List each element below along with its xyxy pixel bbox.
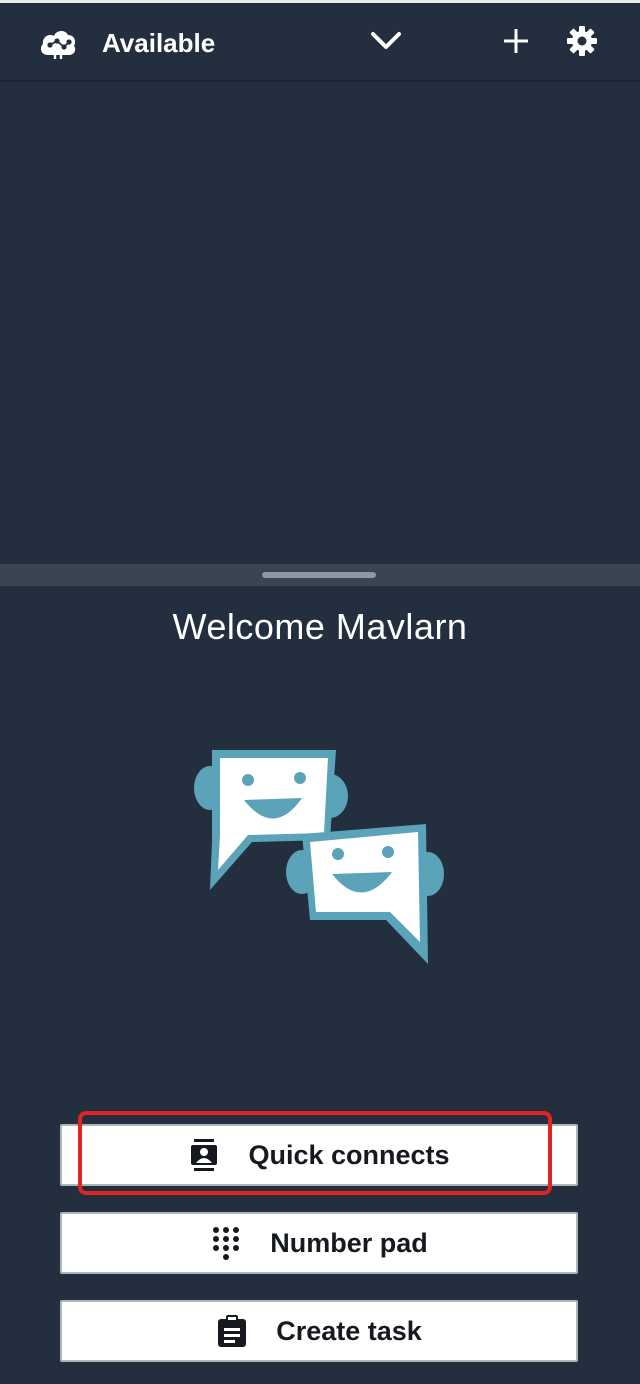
header-bar: Available: [0, 0, 640, 82]
welcome-panel: Welcome Mavlarn Quick connects Number pa…: [0, 586, 640, 1384]
gear-icon: [566, 25, 598, 62]
number-pad-button[interactable]: Number pad: [60, 1212, 578, 1274]
add-button[interactable]: [494, 21, 538, 65]
chat-bubbles-illustration: [190, 742, 450, 966]
status-dropdown-button[interactable]: [364, 21, 408, 65]
create-task-button[interactable]: Create task: [60, 1300, 578, 1362]
resize-handle[interactable]: [262, 572, 376, 578]
create-task-label: Create task: [276, 1315, 422, 1346]
chevron-down-icon: [370, 31, 402, 56]
settings-button[interactable]: [560, 21, 604, 65]
number-pad-label: Number pad: [270, 1227, 428, 1258]
agent-status-label[interactable]: Available: [102, 25, 215, 61]
plus-icon: [503, 28, 529, 58]
clipboard-icon: [216, 1315, 248, 1347]
dialpad-icon: [210, 1227, 242, 1260]
contacts-panel: [0, 82, 640, 564]
contact-card-icon: [188, 1139, 220, 1171]
welcome-text: Welcome Mavlarn: [172, 606, 468, 647]
ccp-softphone: Available Welcome Mavlarn Quick connects…: [0, 0, 640, 1384]
cloud-network-icon: [38, 25, 78, 61]
quick-connects-label: Quick connects: [248, 1139, 450, 1170]
panel-divider: [0, 564, 640, 586]
quick-connects-button[interactable]: Quick connects: [60, 1124, 578, 1186]
